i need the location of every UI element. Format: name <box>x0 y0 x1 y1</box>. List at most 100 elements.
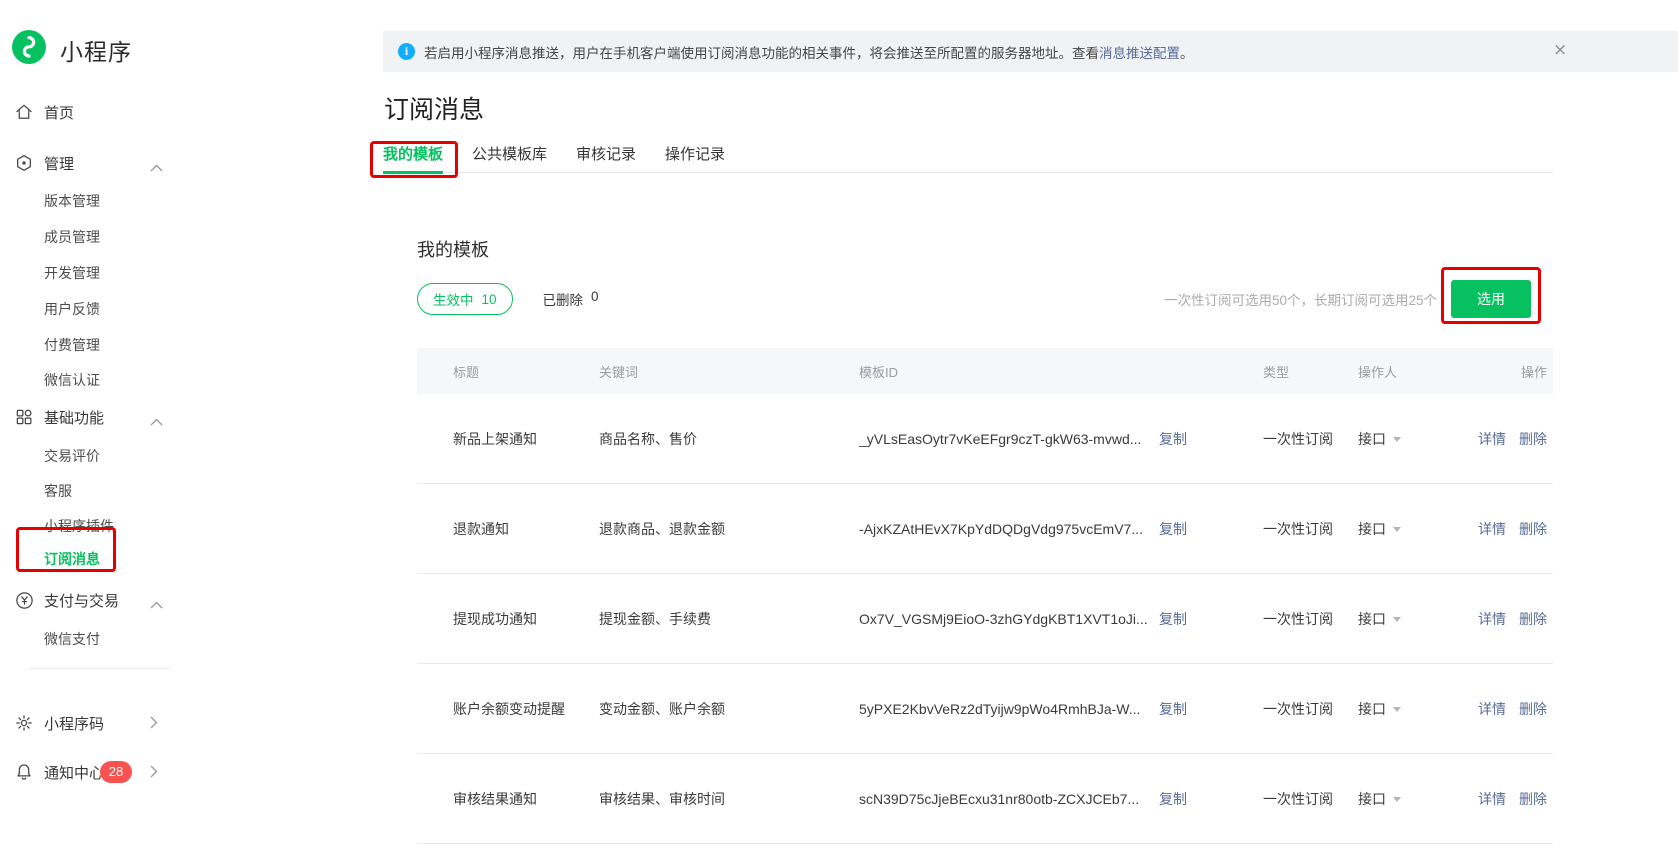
chevron-right-icon <box>150 765 158 783</box>
sidebar-item-mini-program-code[interactable]: 小程序码 <box>0 705 185 741</box>
template-title: 审核结果通知 <box>417 789 599 809</box>
header-title: 标题 <box>417 362 599 381</box>
chevron-down-icon <box>1393 437 1401 442</box>
sidebar-item-label: 管理 <box>44 153 74 174</box>
detail-link[interactable]: 详情 <box>1478 609 1506 629</box>
sidebar-item-label: 小程序插件 <box>44 516 114 536</box>
sidebar-item-trade-review[interactable]: 交易评价 <box>0 438 185 474</box>
delete-link[interactable]: 删除 <box>1519 699 1547 719</box>
table-row: 审核结果通知 审核结果、审核时间 scN39D75cJjeBEcxu31nr80… <box>417 754 1553 844</box>
brand: 小程序 <box>12 30 132 69</box>
sidebar-item-home[interactable]: 首页 <box>0 94 185 130</box>
operator-dropdown[interactable]: 接口 <box>1358 609 1453 629</box>
sidebar-item-notify-center[interactable]: 通知中心 28 <box>0 754 185 790</box>
sidebar-item-label: 基础功能 <box>44 407 104 428</box>
template-id: Ox7V_VGSMj9EioO-3zhGYdgKBT1XVT1oJi... <box>859 611 1159 627</box>
operator-dropdown[interactable]: 接口 <box>1358 789 1453 809</box>
table-row: 退款通知 退款商品、退款金额 -AjxKZAtHEvX7KpYdDQDgVdg9… <box>417 484 1553 574</box>
sidebar-item-subscribe-message[interactable]: 订阅消息 <box>0 541 185 577</box>
sidebar-item-plugin[interactable]: 小程序插件 <box>0 508 185 544</box>
delete-link[interactable]: 删除 <box>1519 789 1547 809</box>
operator-dropdown[interactable]: 接口 <box>1358 699 1453 719</box>
sidebar-item-wechat-pay[interactable]: 微信支付 <box>0 621 185 657</box>
tab-public-template-library[interactable]: 公共模板库 <box>472 143 547 173</box>
filter-active-label: 生效中 <box>433 289 474 309</box>
manage-icon <box>13 152 35 174</box>
copy-link[interactable]: 复制 <box>1159 431 1187 447</box>
delete-link[interactable]: 删除 <box>1519 429 1547 449</box>
table-row: 账户余额变动提醒 变动金额、账户余额 5yPXE2KbvVeRz2dTyijw9… <box>417 664 1553 754</box>
info-icon: i <box>398 43 415 60</box>
sparkle-code-icon <box>13 712 35 734</box>
home-icon <box>13 101 35 123</box>
sidebar-item-label: 首页 <box>44 102 74 123</box>
my-templates-section: 我的模板 生效中 10 已删除 0 一次性订阅可选用50个，长期订阅可选用25个… <box>417 236 1553 844</box>
sidebar-item-wechat-verify[interactable]: 微信认证 <box>0 362 185 398</box>
chevron-down-icon <box>1393 707 1401 712</box>
detail-link[interactable]: 详情 <box>1478 519 1506 539</box>
delete-link[interactable]: 删除 <box>1519 609 1547 629</box>
app-window: 小程序 首页 管理 版本管理 成员管理 开发管理 用户反馈 付费管理 微信认证 … <box>0 0 1678 855</box>
message-push-config-link[interactable]: 消息推送配置 <box>1099 42 1180 62</box>
template-id: scN39D75cJjeBEcxu31nr80otb-ZCXJCEb7... <box>859 791 1159 807</box>
sidebar-item-label: 微信支付 <box>44 629 100 649</box>
sidebar-item-user-feedback[interactable]: 用户反馈 <box>0 291 185 327</box>
header-template-id: 模板ID <box>859 362 1159 381</box>
chevron-down-icon <box>1393 617 1401 622</box>
sidebar-item-member-manage[interactable]: 成员管理 <box>0 219 185 255</box>
close-icon[interactable]: × <box>1553 40 1567 60</box>
template-keywords: 商品名称、售价 <box>599 429 859 449</box>
select-button[interactable]: 选用 <box>1451 280 1531 318</box>
template-type: 一次性订阅 <box>1263 699 1358 719</box>
sidebar-item-label: 订阅消息 <box>44 549 100 569</box>
delete-link[interactable]: 删除 <box>1519 519 1547 539</box>
operator-label: 接口 <box>1358 611 1386 627</box>
sidebar-item-version-manage[interactable]: 版本管理 <box>0 183 185 219</box>
table-row: 提现成功通知 提现金额、手续费 Ox7V_VGSMj9EioO-3zhGYdgK… <box>417 574 1553 664</box>
copy-link[interactable]: 复制 <box>1159 611 1187 627</box>
detail-link[interactable]: 详情 <box>1478 699 1506 719</box>
tab-my-templates[interactable]: 我的模板 <box>383 143 443 173</box>
sidebar-item-develop-manage[interactable]: 开发管理 <box>0 255 185 291</box>
copy-link[interactable]: 复制 <box>1159 791 1187 807</box>
notice-suffix: 。 <box>1180 42 1194 62</box>
template-type: 一次性订阅 <box>1263 519 1358 539</box>
chevron-down-icon <box>1393 527 1401 532</box>
sidebar-item-manage[interactable]: 管理 <box>0 145 185 181</box>
filter-active-pill[interactable]: 生效中 10 <box>417 283 513 315</box>
operator-label: 接口 <box>1358 431 1386 447</box>
templates-table: 标题 关键词 模板ID 类型 操作人 操作 新品上架通知 商品名称、售价 _yV… <box>417 348 1553 844</box>
operator-label: 接口 <box>1358 791 1386 807</box>
template-title: 退款通知 <box>417 519 599 539</box>
sidebar-item-label: 开发管理 <box>44 263 100 283</box>
widgets-icon <box>13 406 35 428</box>
tab-operation-records[interactable]: 操作记录 <box>665 143 725 173</box>
operator-label: 接口 <box>1358 521 1386 537</box>
operator-dropdown[interactable]: 接口 <box>1358 429 1453 449</box>
copy-link[interactable]: 复制 <box>1159 521 1187 537</box>
detail-link[interactable]: 详情 <box>1478 429 1506 449</box>
template-type: 一次性订阅 <box>1263 789 1358 809</box>
filter-row: 生效中 10 已删除 0 一次性订阅可选用50个，长期订阅可选用25个 选用 <box>417 280 1553 318</box>
sidebar-item-label: 版本管理 <box>44 191 100 211</box>
detail-link[interactable]: 详情 <box>1478 789 1506 809</box>
copy-link[interactable]: 复制 <box>1159 701 1187 717</box>
header-type: 类型 <box>1263 362 1358 381</box>
filter-deleted[interactable]: 已删除 0 <box>543 289 599 309</box>
sidebar-item-label: 小程序码 <box>44 713 104 734</box>
table-header-row: 标题 关键词 模板ID 类型 操作人 操作 <box>417 348 1553 394</box>
sidebar-item-label: 微信认证 <box>44 370 100 390</box>
sidebar-divider <box>28 668 170 669</box>
sidebar-item-pay-manage[interactable]: 付费管理 <box>0 327 185 363</box>
sidebar-item-label: 付费管理 <box>44 335 100 355</box>
sidebar-item-pay-and-trade[interactable]: 支付与交易 <box>0 582 185 618</box>
tab-review-records[interactable]: 审核记录 <box>576 143 636 173</box>
sidebar-item-label: 客服 <box>44 481 72 501</box>
chevron-up-icon <box>150 596 163 614</box>
sidebar-item-customer-service[interactable]: 客服 <box>0 473 185 509</box>
chevron-up-icon <box>150 159 163 177</box>
sidebar-item-basic-functions[interactable]: 基础功能 <box>0 399 185 435</box>
template-type: 一次性订阅 <box>1263 609 1358 629</box>
operator-dropdown[interactable]: 接口 <box>1358 519 1453 539</box>
app-title: 小程序 <box>60 33 132 67</box>
